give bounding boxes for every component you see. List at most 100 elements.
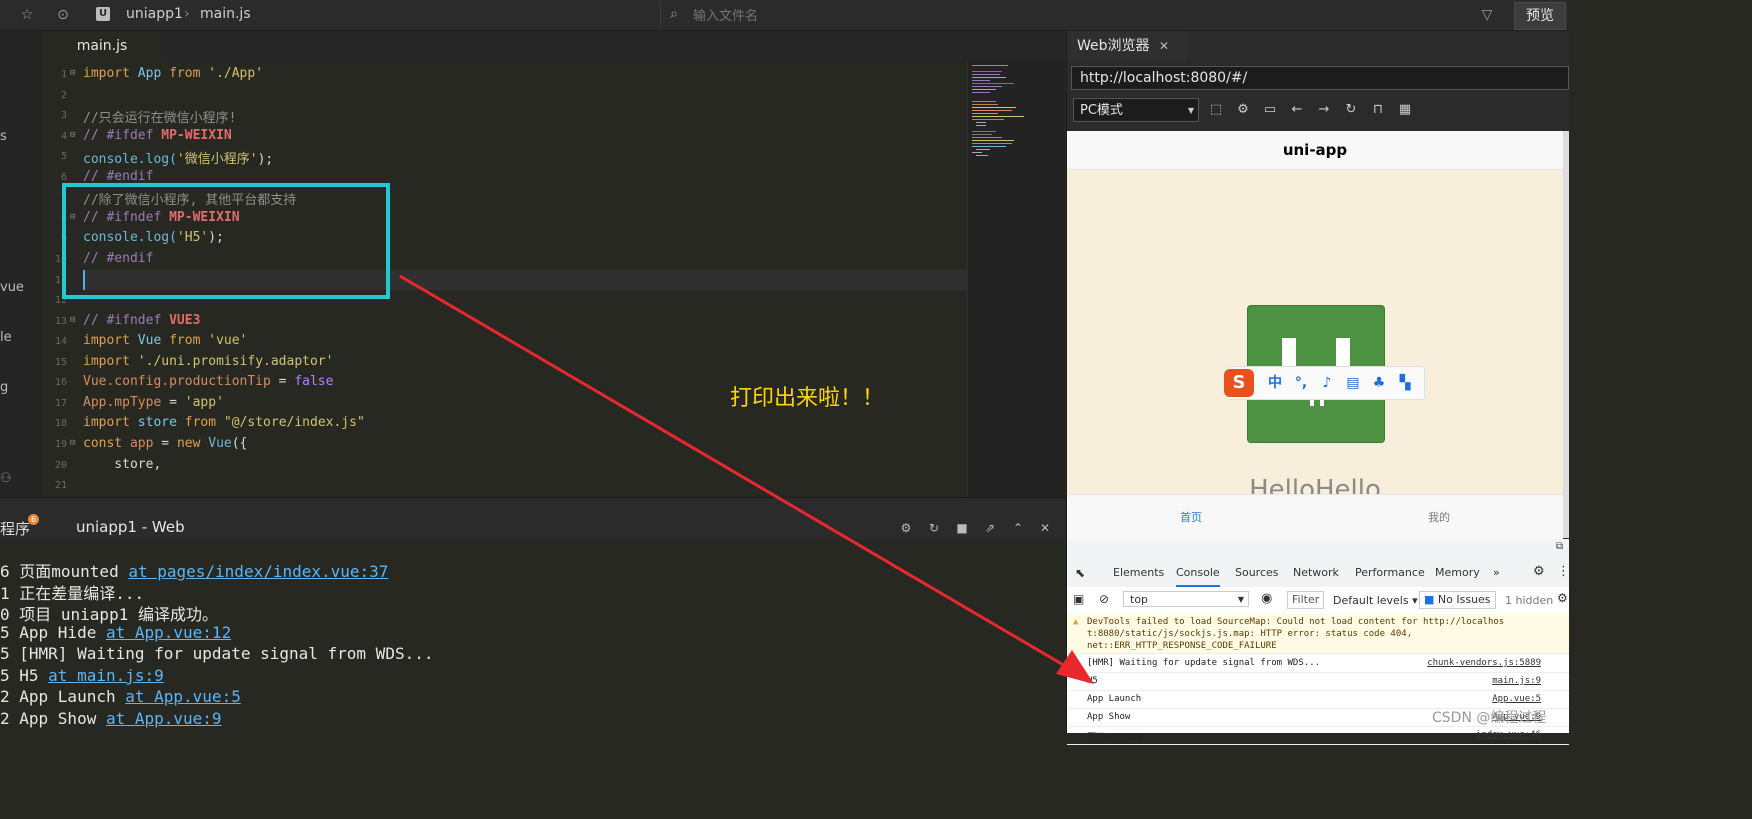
web-browser-panel: Web浏览器 ✕ PC模式 ▼ ⬚ ⚙ ▭ ← → ↻ ⊓ ▦ uni-app S… <box>1066 31 1570 745</box>
refresh-icon[interactable]: ↻ <box>1342 101 1360 119</box>
console-row-text: H5 <box>1087 676 1098 686</box>
console-filter-input[interactable]: Filter <box>1287 591 1325 609</box>
ime-lang-toggle[interactable]: 中 <box>1266 374 1284 392</box>
back-arrow-icon[interactable]: ← <box>1288 101 1306 119</box>
simulated-page[interactable]: uni-app S 中 °, ♪ ▤ ♣ ▚ HelloHello <box>1067 131 1563 538</box>
run-icon[interactable]: ⊙ <box>54 6 72 24</box>
microphone-icon[interactable]: ♪ <box>1318 374 1336 392</box>
console-source-link[interactable]: at pages/index/index.vue:37 <box>128 562 388 581</box>
console-output[interactable]: 6 页面mounted at pages/index/index.vue:37 … <box>0 539 1065 733</box>
project-logo-icon: U <box>96 7 110 21</box>
page-tab-mine[interactable]: 我的 <box>1428 509 1450 525</box>
collapse-up-icon[interactable]: ⌃ <box>1010 520 1026 536</box>
console-row-source[interactable]: chunk-vendors.js:5889 <box>1427 658 1541 668</box>
devtools-tab-sources[interactable]: Sources <box>1235 566 1279 579</box>
file-search-icon: ⌕ <box>670 6 678 22</box>
issues-icon: ■ <box>1424 593 1435 606</box>
line-number: 14 <box>54 336 67 347</box>
issues-button[interactable]: ■ No Issues <box>1419 591 1496 609</box>
console-warning-row: ▲ DevTools failed to load SourceMap: Cou… <box>1067 613 1569 654</box>
minimap[interactable] <box>967 61 1065 497</box>
undock-icon[interactable]: ⧉ <box>1556 541 1563 552</box>
code-line: App.mpType = 'app' <box>83 395 224 410</box>
context-select[interactable]: top ▼ <box>1123 591 1249 607</box>
console-source-link[interactable]: at App.vue:12 <box>106 623 231 642</box>
inspect-icon[interactable]: ⬉ <box>1075 566 1085 580</box>
devtools-settings-icon[interactable]: ⚙ <box>1533 564 1545 579</box>
console-line: 5 H5 at main.js:9 <box>0 666 164 685</box>
sidebar-toggle-icon[interactable]: ▣ <box>1073 592 1084 606</box>
line-number: 6 <box>60 172 67 183</box>
keyboard-icon[interactable]: ▤ <box>1344 374 1362 392</box>
devtools-tab-performance[interactable]: Performance <box>1355 566 1425 579</box>
breadcrumb-separator-icon: › <box>184 6 190 22</box>
console-row-source[interactable]: main.js:9 <box>1492 676 1541 686</box>
devtools-menu-icon[interactable]: ⋮ <box>1557 564 1570 579</box>
filter-icon[interactable]: ▽ <box>1478 6 1496 24</box>
restart-icon[interactable]: ↻ <box>926 520 942 536</box>
breadcrumb-project[interactable]: uniapp1 <box>126 6 183 22</box>
tree-item-fragment[interactable]: vue <box>0 280 24 295</box>
devtools-tab-elements[interactable]: Elements <box>1113 566 1164 579</box>
skin-icon[interactable]: ♣ <box>1370 374 1388 392</box>
warning-text: DevTools failed to load SourceMap: Could… <box>1087 616 1504 652</box>
editor-tab-bar: main.js <box>41 31 1065 61</box>
tree-item-fragment[interactable]: le <box>0 330 12 345</box>
clear-icon[interactable]: ✕ <box>1037 520 1053 536</box>
devtools-more-tabs[interactable]: » <box>1493 566 1500 579</box>
console-tab-miniprogram[interactable]: 程序 <box>0 518 30 539</box>
console-source-link[interactable]: at App.vue:9 <box>106 709 222 728</box>
stop-icon[interactable]: ■ <box>954 520 970 536</box>
page-scrollbar[interactable] <box>1563 131 1569 538</box>
breadcrumb-file[interactable]: main.js <box>200 6 251 22</box>
devtools-tab-network[interactable]: Network <box>1293 566 1339 579</box>
clear-console-icon[interactable]: ⊘ <box>1099 592 1109 606</box>
eye-icon[interactable]: ◉ <box>1261 591 1272 606</box>
url-input[interactable] <box>1071 66 1569 90</box>
console-row-source[interactable]: index.vue:46 <box>1476 730 1541 740</box>
hidden-count: 1 hidden <box>1505 594 1554 607</box>
lock-icon[interactable]: ⊓ <box>1369 101 1387 119</box>
screenshot-icon[interactable]: ⬚ <box>1207 101 1225 119</box>
page-tab-bar: 首页 我的 <box>1067 494 1563 539</box>
fold-icon[interactable]: ⊟ <box>70 68 75 78</box>
qrcode-icon[interactable]: ▦ <box>1396 101 1414 119</box>
fold-icon[interactable]: ⊟ <box>70 438 75 448</box>
ime-logo[interactable]: S <box>1224 369 1254 397</box>
sync-icon[interactable]: ⚇ <box>0 471 12 486</box>
devtools-titlebar: ⧉ <box>1067 539 1569 560</box>
debug-icon[interactable]: ⚙ <box>898 520 914 536</box>
tab-main-js[interactable]: main.js <box>41 31 163 61</box>
tree-item-fragment[interactable]: g <box>0 380 8 395</box>
device-mode-select[interactable]: PC模式 ▼ <box>1073 98 1199 122</box>
toolbox-icon[interactable]: ▚ <box>1396 374 1414 392</box>
console-line: 6 页面mounted at pages/index/index.vue:37 <box>0 562 389 581</box>
line-number: 3 <box>60 110 67 121</box>
forward-arrow-icon[interactable]: → <box>1315 101 1333 119</box>
log-levels-select[interactable]: Default levels ▾ <box>1333 594 1418 607</box>
preview-button[interactable]: 预览 <box>1514 2 1566 30</box>
devtools-tab-console[interactable]: Console <box>1176 566 1220 587</box>
page-tab-home[interactable]: 首页 <box>1180 509 1202 525</box>
open-external-icon[interactable]: ⇗ <box>982 520 998 536</box>
console-row: [HMR] Waiting for update signal from WDS… <box>1067 654 1569 673</box>
file-search-input[interactable] <box>691 5 1055 27</box>
fold-icon[interactable]: ⊟ <box>70 130 75 140</box>
ime-punctuation-toggle[interactable]: °, <box>1292 374 1310 392</box>
terminal-icon[interactable]: ▭ <box>1261 101 1279 119</box>
code-line: const app = new Vue({ <box>83 436 248 451</box>
settings-icon[interactable]: ⚙ <box>1234 101 1252 119</box>
console-source-link[interactable]: at main.js:9 <box>48 666 164 685</box>
console-source-link[interactable]: at App.vue:5 <box>125 687 241 706</box>
close-icon[interactable]: ✕ <box>1159 31 1169 61</box>
devtools-tab-memory[interactable]: Memory <box>1435 566 1480 579</box>
ime-toolbar[interactable]: S 中 °, ♪ ▤ ♣ ▚ <box>1224 366 1425 400</box>
fold-icon[interactable]: ⊟ <box>70 315 75 325</box>
tree-item-fragment[interactable]: s <box>0 129 7 144</box>
console-row-source[interactable]: App.vue:5 <box>1492 694 1541 704</box>
console-settings-icon[interactable]: ⚙ <box>1557 591 1568 605</box>
code-line: store, <box>83 457 162 472</box>
page-title: uni-app <box>1067 131 1563 170</box>
star-icon[interactable]: ☆ <box>18 6 36 24</box>
console-tab-web[interactable]: uniapp1 - Web <box>72 518 189 540</box>
